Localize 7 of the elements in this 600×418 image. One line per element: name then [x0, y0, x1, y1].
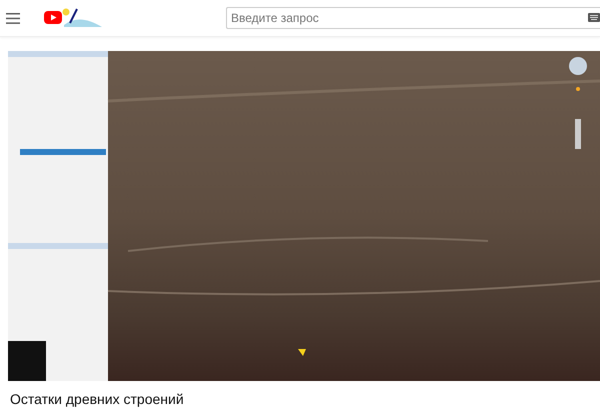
- keyboard-icon[interactable]: [588, 13, 600, 22]
- video-title: Остатки древних строений: [10, 391, 185, 407]
- photo-placeholder: [8, 341, 46, 381]
- search-field[interactable]: Введите запрос: [226, 7, 600, 29]
- video-frame[interactable]: [8, 51, 600, 381]
- menu-icon[interactable]: [6, 12, 20, 24]
- zoom-slider-icon: [575, 119, 581, 149]
